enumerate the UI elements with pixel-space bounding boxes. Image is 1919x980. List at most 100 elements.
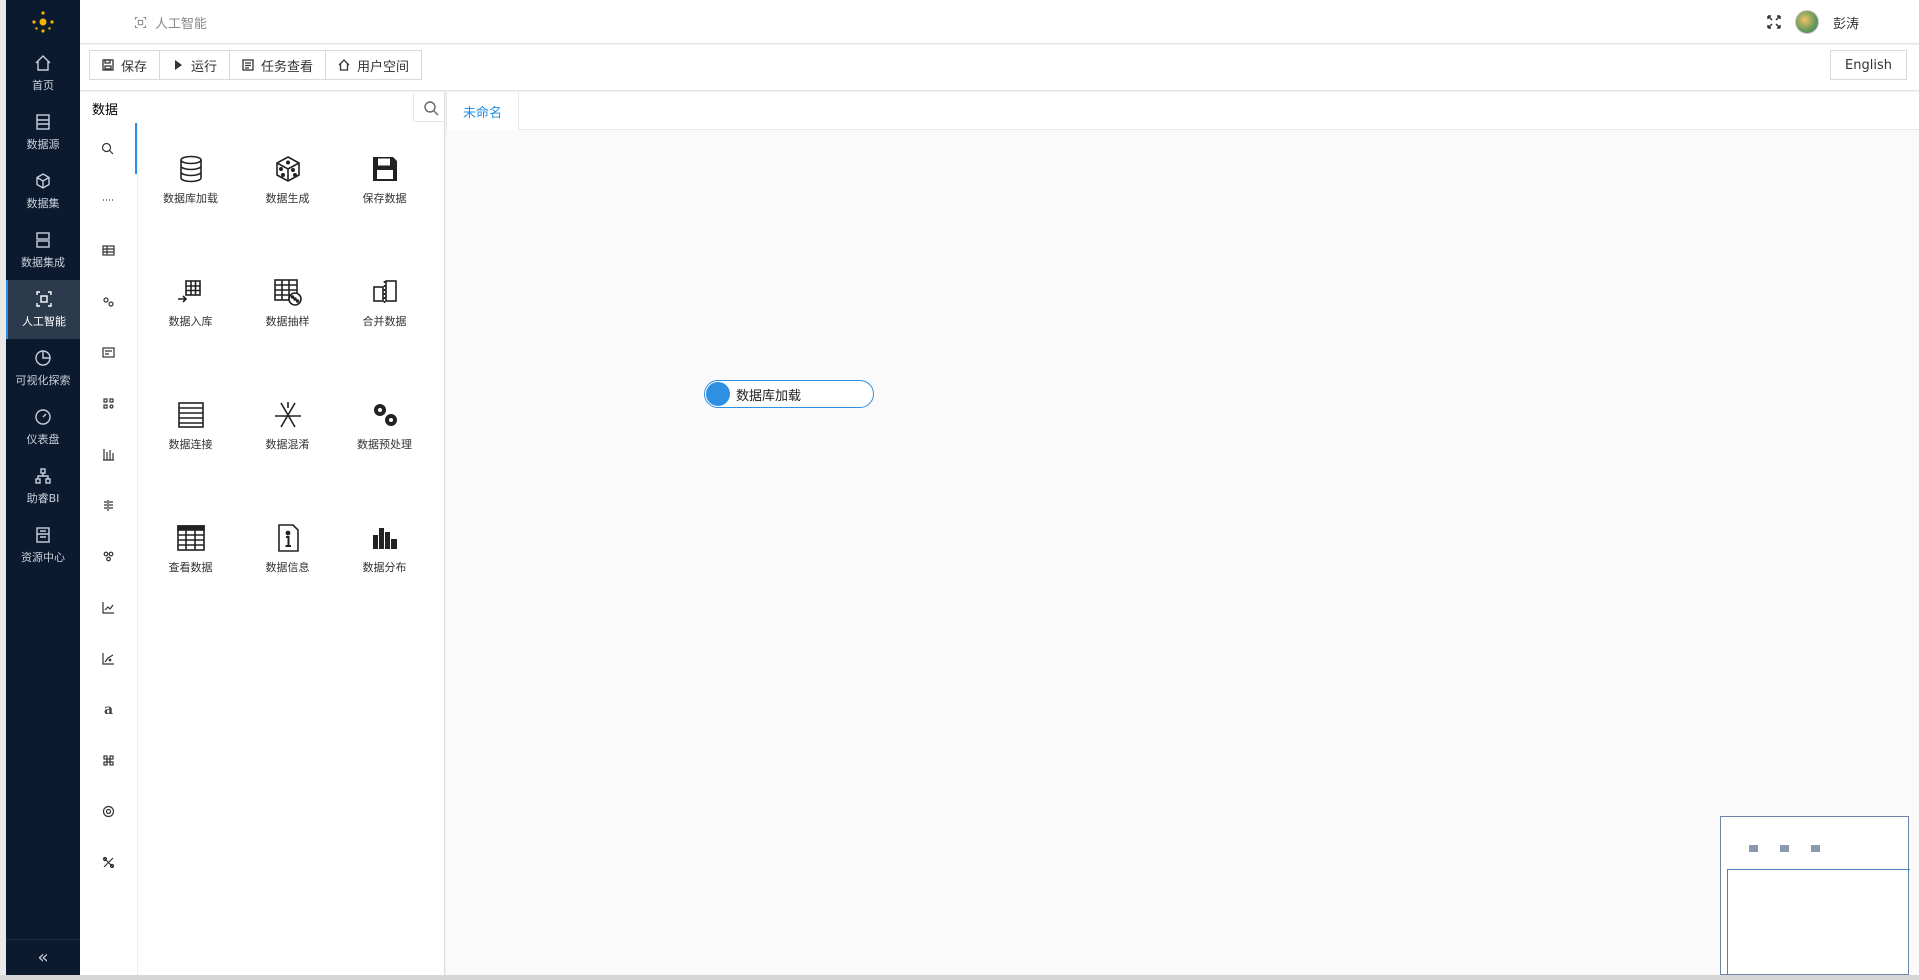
save-button-label: 保存 [121, 59, 148, 75]
sidebar-item-label: 数据源 [26, 138, 60, 151]
category-dots[interactable] [80, 174, 137, 225]
table-icon [102, 245, 115, 256]
category-tools[interactable] [80, 837, 137, 888]
checker-icon [103, 755, 114, 766]
category-network[interactable] [80, 786, 137, 837]
sidebar-item-label: 人工智能 [22, 315, 66, 328]
language-button[interactable]: English [1830, 50, 1907, 80]
columns-icon [103, 449, 114, 461]
component-panel: a 数据库加载 数据生成 保存数据 数据入库 数据抽样 合并数据 [80, 92, 445, 975]
sidebar-item-label: 助睿BI [26, 492, 60, 505]
home-icon [338, 59, 350, 71]
component-label: 数据预处理 [357, 438, 412, 451]
sidebar-item-resource[interactable]: 资源中心 [6, 516, 80, 575]
category-table[interactable] [80, 225, 137, 276]
save-button[interactable]: 保存 [89, 50, 161, 80]
line-chart-icon [102, 602, 114, 614]
workflow-canvas[interactable]: 未命名 数据库加载 [446, 92, 1919, 976]
category-scatter[interactable] [80, 633, 137, 684]
workflow-node-db-load[interactable]: 数据库加载 [704, 380, 874, 408]
component-data-shuffle[interactable]: 数据混淆 [239, 398, 336, 521]
tools-icon [102, 856, 115, 869]
collapse-sidebar-button[interactable]: « [6, 939, 80, 975]
category-matrix[interactable] [80, 480, 137, 531]
task-list-icon [242, 59, 254, 71]
component-data-preprocess[interactable]: 数据预处理 [336, 398, 433, 521]
card-icon [102, 347, 115, 358]
search-icon[interactable] [423, 100, 439, 116]
logo-icon [32, 11, 54, 33]
component-label: 查看数据 [168, 561, 213, 574]
minimap[interactable] [1720, 816, 1910, 976]
sidebar-item-visual[interactable]: 可视化探索 [6, 339, 80, 398]
sidebar-item-home[interactable]: 首页 [6, 44, 80, 103]
component-data-generate[interactable]: 数据生成 [239, 152, 336, 275]
sidebar-item-integration[interactable]: 数据集成 [6, 221, 80, 280]
category-transform[interactable] [80, 276, 137, 327]
component-data-distribution[interactable]: 数据分布 [336, 521, 433, 644]
component-data-info[interactable]: 数据信息 [239, 521, 336, 644]
category-form[interactable] [80, 327, 137, 378]
node-port[interactable] [706, 382, 730, 406]
avatar[interactable] [1794, 10, 1819, 34]
component-save-data[interactable]: 保存数据 [336, 152, 433, 275]
sidebar-item-label: 数据集 [26, 197, 60, 210]
sidebar-item-bi[interactable]: 助睿BI [6, 457, 80, 516]
canvas-tabs: 未命名 [446, 92, 1919, 130]
user-space-button[interactable]: 用户空间 [325, 50, 423, 80]
component-db-load[interactable]: 数据库加载 [142, 152, 239, 275]
tab-untitled[interactable]: 未命名 [446, 92, 520, 130]
database-icon [179, 155, 202, 183]
component-label: 数据分布 [362, 561, 407, 574]
task-view-button-label: 任务查看 [261, 59, 314, 75]
component-merge-data[interactable]: 合并数据 [336, 275, 433, 398]
app-logo[interactable] [6, 0, 80, 44]
pie-icon [35, 350, 51, 366]
category-list: a [80, 123, 138, 975]
breadcrumb-label: 人工智能 [155, 17, 208, 32]
component-label: 保存数据 [362, 192, 407, 205]
org-icon [35, 468, 51, 484]
username[interactable]: 彭涛 [1833, 13, 1859, 32]
component-label: 数据入库 [168, 315, 213, 328]
window-bottom-edge [0, 975, 1919, 980]
fullscreen-icon[interactable] [1767, 15, 1781, 29]
category-search[interactable] [80, 123, 137, 174]
cluster-icon [103, 551, 114, 562]
floppy-icon [372, 157, 397, 181]
play-icon [175, 60, 183, 70]
component-grid: 数据库加载 数据生成 保存数据 数据入库 数据抽样 合并数据 数据连接 数据混淆… [142, 152, 442, 644]
sidebar-item-ai[interactable]: 人工智能 [6, 280, 80, 339]
ai-icon [36, 291, 52, 307]
category-apps[interactable] [80, 378, 137, 429]
resource-icon [36, 527, 50, 543]
component-data-sample[interactable]: 数据抽样 [239, 275, 336, 398]
sidebar-item-datasource[interactable]: 数据源 [6, 103, 80, 162]
category-cluster[interactable] [80, 531, 137, 582]
component-view-data[interactable]: 查看数据 [142, 521, 239, 644]
run-button[interactable]: 运行 [159, 50, 231, 80]
category-text[interactable]: a [80, 684, 137, 735]
network-icon [102, 805, 115, 818]
minimap-node [1749, 845, 1758, 852]
dice-icon [275, 156, 300, 182]
minimap-viewport[interactable] [1727, 869, 1910, 976]
user-space-button-label: 用户空间 [357, 59, 410, 75]
sidebar-item-label: 仪表盘 [26, 433, 60, 446]
matrix-icon [104, 500, 113, 511]
sidebar-item-dashboard[interactable]: 仪表盘 [6, 398, 80, 457]
shuffle-icon [274, 402, 301, 428]
category-line-chart[interactable] [80, 582, 137, 633]
component-data-join[interactable]: 数据连接 [142, 398, 239, 521]
sidebar-item-dataset[interactable]: 数据集 [6, 162, 80, 221]
category-checker[interactable] [80, 735, 137, 786]
apps-icon [103, 398, 114, 409]
toolbar: 保存 运行 任务查看 用户空间 English [80, 45, 1919, 91]
gauge-icon [35, 409, 51, 425]
sidebar: 首页 数据源 数据集 数据集成 人工智能 可视化探索 仪表盘 助睿BI 资源中心… [6, 0, 80, 975]
task-view-button[interactable]: 任务查看 [229, 50, 327, 80]
sidebar-item-label: 数据集成 [21, 256, 65, 269]
search-input[interactable] [84, 94, 414, 122]
component-data-import[interactable]: 数据入库 [142, 275, 239, 398]
category-columns[interactable] [80, 429, 137, 480]
